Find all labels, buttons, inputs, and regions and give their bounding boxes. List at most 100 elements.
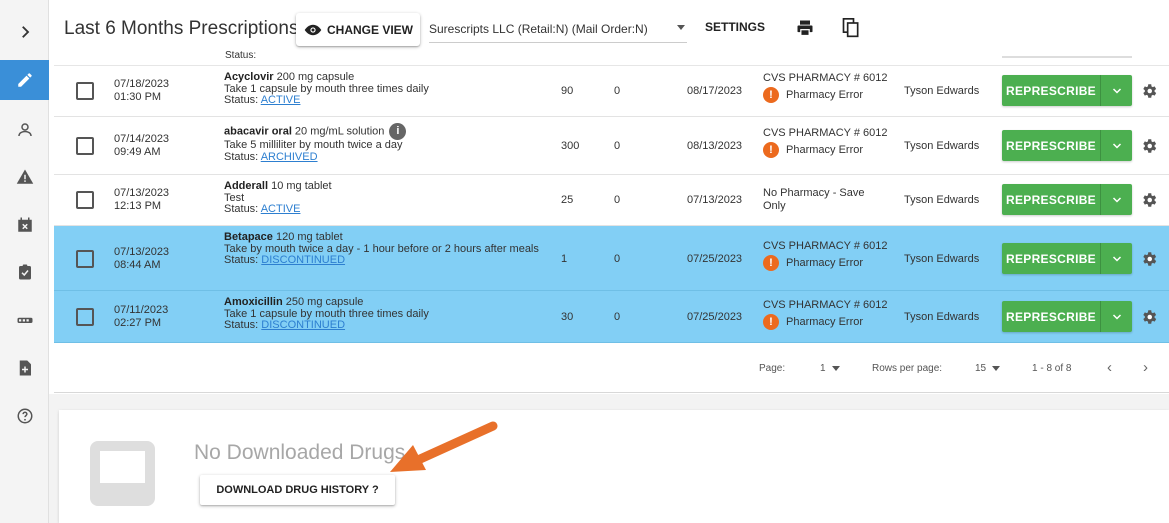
- status-link[interactable]: ACTIVE: [261, 203, 301, 215]
- status-link[interactable]: ARCHIVED: [261, 151, 318, 163]
- written-date: 07/13/2023 08:44 AM: [114, 246, 169, 272]
- copy-icon[interactable]: [841, 17, 861, 39]
- quantity: 300: [561, 140, 580, 152]
- pagination: Page: 1 Rows per page: 15 1 - 8 of 8 ‹ ›: [54, 343, 1169, 393]
- change-view-button[interactable]: CHANGE VIEW: [296, 13, 420, 46]
- written-date-time: 12:13 PM: [114, 200, 162, 212]
- sidebar-item-calendar[interactable]: [0, 205, 49, 245]
- represcribe-menu-button[interactable]: [1101, 140, 1132, 152]
- sidebar-item-help[interactable]: [0, 396, 49, 436]
- pharmacy-cell: CVS PHARMACY # 6012 ! Pharmacy Error: [763, 72, 898, 103]
- chevron-down-icon: [831, 365, 840, 371]
- drug-name: abacavir oral: [224, 125, 292, 138]
- sidebar-item-patient[interactable]: [0, 110, 49, 150]
- sidebar-item-alerts[interactable]: [0, 157, 49, 197]
- previous-page-button[interactable]: ‹: [1107, 359, 1112, 376]
- represcribe-menu-button[interactable]: [1101, 194, 1132, 206]
- page-select-value: 1: [820, 363, 826, 374]
- prescriber: Tyson Edwards: [904, 85, 980, 97]
- sidebar-item-medications[interactable]: [0, 300, 49, 340]
- downloaded-drugs-panel: No Downloaded Drugs DOWNLOAD DRUG HISTOR…: [59, 410, 1169, 523]
- expand-sidebar-button[interactable]: [0, 12, 49, 52]
- download-drug-history-button[interactable]: DOWNLOAD DRUG HISTORY ?: [200, 475, 395, 505]
- drug-cell: abacavir oral 20 mg/mL solution i Take 5 …: [224, 123, 544, 163]
- prescriber: Tyson Edwards: [904, 194, 980, 206]
- represcribe-label: REPRESCRIBE: [1006, 192, 1096, 207]
- warning-icon: [16, 169, 33, 184]
- table-row[interactable]: 07/11/2023 02:27 PM Amoxicillin 250 mg c…: [54, 291, 1169, 343]
- print-icon[interactable]: [795, 18, 815, 38]
- written-date-day: 07/14/2023: [114, 133, 170, 145]
- eye-icon: [304, 24, 322, 35]
- represcribe-label: REPRESCRIBE: [1006, 251, 1096, 266]
- status-link[interactable]: ACTIVE: [261, 94, 301, 106]
- pharmacy-name: CVS PHARMACY # 6012: [763, 127, 888, 139]
- represcribe-menu-button[interactable]: [1101, 311, 1132, 323]
- end-date: 07/25/2023: [687, 311, 743, 323]
- represcribe-button[interactable]: REPRESCRIBE: [1002, 301, 1132, 332]
- status-link[interactable]: DISCONTINUED: [261, 254, 345, 266]
- gear-icon[interactable]: [1140, 191, 1158, 209]
- pharmacy-cell: CVS PHARMACY # 6012 ! Pharmacy Error: [763, 240, 898, 271]
- written-date-day: 07/18/2023: [114, 78, 170, 90]
- end-date: 08/17/2023: [687, 85, 743, 97]
- table-row[interactable]: 07/13/2023 08:44 AM Betapace 120 mg tabl…: [54, 226, 1169, 291]
- drug-name: Acyclovir: [224, 71, 274, 83]
- written-date-day: 07/13/2023: [114, 187, 170, 199]
- page-select[interactable]: 1: [820, 363, 840, 374]
- status-label: Status:: [224, 150, 261, 163]
- settings-button[interactable]: SETTINGS: [705, 20, 765, 34]
- pharmacy-status: Pharmacy Error: [786, 143, 864, 156]
- drug-strength: 20 mg/mL solution: [291, 125, 385, 138]
- row-checkbox[interactable]: [76, 308, 94, 326]
- page-title: Last 6 Months Prescriptions: [64, 18, 299, 39]
- drug-name: Amoxicillin: [224, 296, 283, 308]
- row-checkbox[interactable]: [76, 82, 94, 100]
- rows-per-page-value: 15: [975, 363, 987, 374]
- sidebar-item-tasks[interactable]: [0, 252, 49, 292]
- refills: 0: [614, 253, 621, 265]
- chevron-down-icon: [677, 25, 685, 30]
- error-icon: !: [763, 314, 779, 330]
- info-icon[interactable]: i: [389, 123, 407, 140]
- drug-cell: Amoxicillin 250 mg capsule Take 1 capsul…: [224, 296, 544, 332]
- represcribe-button[interactable]: REPRESCRIBE: [1002, 184, 1132, 215]
- status-link[interactable]: DISCONTINUED: [261, 319, 345, 331]
- written-date: 07/14/2023 09:49 AM: [114, 133, 169, 159]
- document-add-icon: [19, 360, 31, 376]
- gear-icon[interactable]: [1140, 137, 1158, 155]
- pharmacy-name: CVS PHARMACY # 6012: [763, 240, 888, 252]
- partial-row-status: Status:: [225, 50, 257, 59]
- represcribe-menu-button[interactable]: [1101, 85, 1132, 97]
- represcribe-button[interactable]: REPRESCRIBE: [1002, 243, 1132, 274]
- pharmacy-status: Pharmacy Error: [786, 88, 864, 101]
- gear-icon[interactable]: [1140, 250, 1158, 268]
- calendar-icon: [17, 217, 32, 232]
- gear-icon[interactable]: [1140, 308, 1158, 326]
- represcribe-label: REPRESCRIBE: [1006, 138, 1096, 153]
- chevron-down-icon: [1112, 142, 1121, 149]
- table-row[interactable]: 07/18/2023 01:30 PM Acyclovir 200 mg cap…: [54, 66, 1169, 117]
- pharmacy-status: Pharmacy Error: [786, 315, 864, 328]
- row-checkbox[interactable]: [76, 191, 94, 209]
- chevron-down-icon: [1112, 255, 1121, 262]
- table-row[interactable]: 07/13/2023 12:13 PM Adderall 10 mg table…: [54, 175, 1169, 226]
- represcribe-button[interactable]: REPRESCRIBE: [1002, 130, 1132, 161]
- represcribe-menu-button[interactable]: [1101, 253, 1132, 265]
- pharmacy-select[interactable]: Surescripts LLC (Retail:N) (Mail Order:N…: [429, 15, 687, 43]
- table-row[interactable]: 07/14/2023 09:49 AM abacavir oral 20 mg/…: [54, 117, 1169, 175]
- clipboard-check-icon: [18, 264, 31, 280]
- drug-cell: Acyclovir 200 mg capsule Take 1 capsule …: [224, 71, 544, 107]
- sidebar-item-documents[interactable]: [0, 348, 49, 388]
- gear-icon[interactable]: [1140, 82, 1158, 100]
- represcribe-button[interactable]: REPRESCRIBE: [1002, 75, 1132, 106]
- rows-per-page-select[interactable]: 15: [975, 363, 1001, 374]
- sidebar-item-prescribe[interactable]: [0, 60, 49, 100]
- next-page-button[interactable]: ›: [1143, 359, 1148, 376]
- chevron-down-icon: [1112, 87, 1121, 94]
- error-icon: !: [763, 87, 779, 103]
- row-checkbox[interactable]: [76, 137, 94, 155]
- row-checkbox[interactable]: [76, 250, 94, 268]
- error-icon: !: [763, 142, 779, 158]
- inbox-icon: [90, 441, 155, 506]
